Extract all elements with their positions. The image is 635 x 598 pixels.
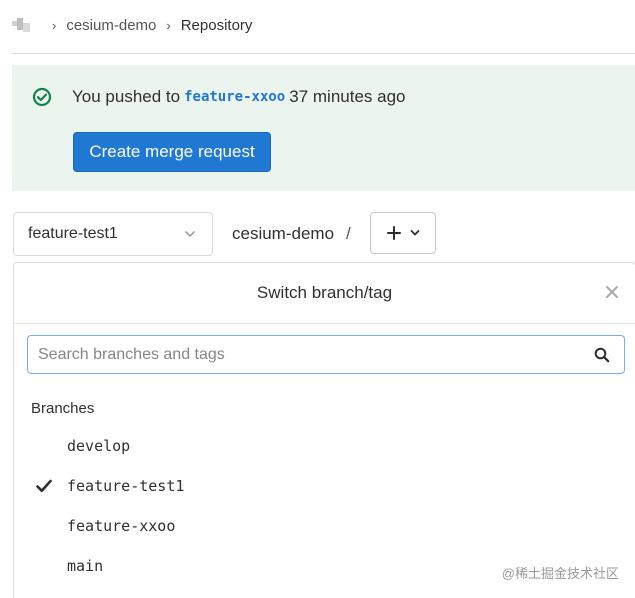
- branch-select-dropdown[interactable]: feature-test1: [13, 212, 213, 256]
- branches-section-title: Branches: [31, 400, 95, 417]
- branch-name: feature-xxoo: [67, 517, 176, 535]
- checkmark-icon: [36, 479, 52, 493]
- chevron-right-icon: ›: [52, 17, 57, 33]
- selected-branch: feature-test1: [28, 225, 118, 242]
- search-icon[interactable]: [594, 347, 610, 363]
- breadcrumb-current[interactable]: Repository: [181, 17, 253, 34]
- branch-name: develop: [67, 437, 131, 455]
- breadcrumb: › cesium-demo › Repository: [12, 8, 252, 42]
- branch-search-input[interactable]: [38, 345, 578, 364]
- chevron-right-icon: ›: [166, 17, 171, 33]
- dropdown-title: Switch branch/tag: [256, 283, 393, 302]
- repo-path-link[interactable]: cesium-demo: [232, 224, 334, 244]
- dropdown-divider: [14, 323, 635, 324]
- branch-name: feature-test1: [67, 477, 185, 495]
- switch-branch-dropdown: Switch branch/tag Branches develop featu…: [13, 262, 635, 598]
- header-divider: [12, 53, 635, 54]
- push-time: 37 minutes ago: [289, 87, 406, 106]
- watermark-text: @稀土掘金技术社区: [501, 566, 619, 581]
- branch-search-box[interactable]: [27, 335, 625, 374]
- pushed-branch-link[interactable]: feature-xxoo: [184, 89, 285, 105]
- branch-item-develop[interactable]: develop: [14, 426, 635, 466]
- group-avatar[interactable]: [12, 18, 42, 32]
- path-separator: /: [346, 224, 351, 243]
- check-circle-icon: [32, 87, 52, 107]
- branch-name: main: [67, 557, 104, 575]
- breadcrumb-project-link[interactable]: cesium-demo: [66, 17, 156, 34]
- push-alert: You pushed to feature-xxoo 37 minutes ag…: [12, 65, 635, 191]
- chevron-down-icon: [185, 231, 195, 238]
- push-prefix: You pushed to: [72, 87, 181, 106]
- create-merge-request-button[interactable]: Create merge request: [73, 132, 271, 172]
- push-message: You pushed to feature-xxoo 37 minutes ag…: [32, 87, 406, 107]
- plus-icon: [387, 226, 401, 240]
- branch-item-feature-test1[interactable]: feature-test1: [14, 466, 635, 506]
- add-file-dropdown-button[interactable]: [370, 212, 436, 254]
- chevron-down-icon: [410, 230, 420, 236]
- close-icon[interactable]: [603, 283, 621, 301]
- branch-item-feature-xxoo[interactable]: feature-xxoo: [14, 506, 635, 546]
